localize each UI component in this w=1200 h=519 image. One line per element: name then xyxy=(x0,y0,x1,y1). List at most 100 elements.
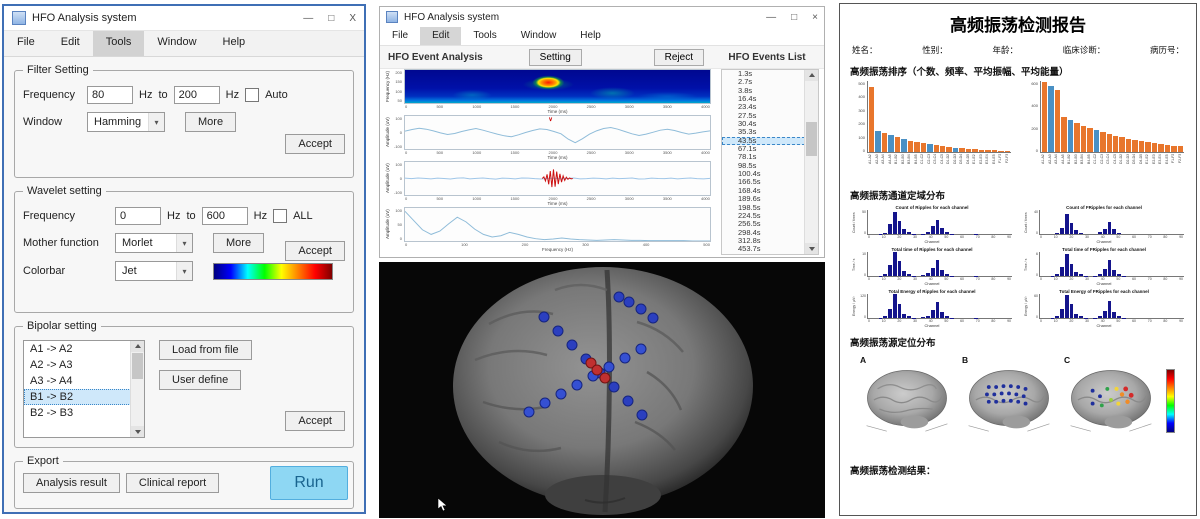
event-item[interactable]: 168.4s xyxy=(722,187,805,195)
menu-help[interactable]: Help xyxy=(568,27,613,45)
event-item[interactable]: 67.1s xyxy=(722,145,805,153)
close-button[interactable]: X xyxy=(349,13,356,24)
bipolar-channel-item[interactable]: A3 -> A4 xyxy=(24,373,131,389)
colorbar-select[interactable]: Jet ▾ xyxy=(115,261,193,281)
filter-accept-button[interactable]: Accept xyxy=(285,134,345,154)
tick-label: 10 xyxy=(1054,235,1058,239)
scroll-thumb[interactable] xyxy=(806,122,817,156)
event-item[interactable]: 256.5s xyxy=(722,220,805,228)
bar xyxy=(907,316,911,318)
clinical-report-button[interactable]: Clinical report xyxy=(126,473,219,493)
event-item[interactable]: 2.7s xyxy=(722,78,805,86)
bipolar-channel-item[interactable]: B2 -> B3 xyxy=(24,405,131,421)
power-spectrum-curve[interactable] xyxy=(404,207,711,242)
hfo-band-trace[interactable] xyxy=(404,161,711,196)
event-item[interactable]: 35.3s xyxy=(722,128,805,136)
event-item[interactable]: 166.5s xyxy=(722,178,805,186)
tick-label: 30 xyxy=(1085,235,1089,239)
event-item[interactable]: 100.4s xyxy=(722,170,805,178)
event-item[interactable]: 453.7s xyxy=(722,245,805,253)
scroll-up-icon[interactable] xyxy=(805,70,818,81)
hist-xlabel: Channel xyxy=(1024,239,1184,244)
scroll-thumb[interactable] xyxy=(132,353,143,379)
filtered-eeg-trace[interactable]: ∨ xyxy=(404,115,711,150)
event-item[interactable]: 198.5s xyxy=(722,204,805,212)
events-list[interactable]: 1.3s2.7s3.8s16.4s23.4s27.5s30.4s35.3s43.… xyxy=(722,70,805,254)
tick-label: B4-B5 xyxy=(1087,154,1093,181)
all-checkbox[interactable] xyxy=(273,209,287,223)
minimize-button[interactable]: — xyxy=(303,13,313,24)
event-item[interactable]: 98.5s xyxy=(722,162,805,170)
event-item[interactable]: 23.4s xyxy=(722,103,805,111)
close-button[interactable]: × xyxy=(812,12,818,23)
titlebar[interactable]: HFO Analysis system — □ × xyxy=(380,7,824,27)
event-item[interactable]: 16.4s xyxy=(722,95,805,103)
auto-checkbox[interactable] xyxy=(245,88,259,102)
bar xyxy=(1074,314,1078,318)
mother-function-select[interactable]: Morlet ▾ xyxy=(115,233,193,253)
bar xyxy=(940,270,944,276)
menu-window[interactable]: Window xyxy=(144,31,209,56)
scroll-down-icon[interactable] xyxy=(805,243,818,254)
titlebar[interactable]: HFO Analysis system — □ X xyxy=(4,6,364,30)
run-button[interactable]: Run xyxy=(270,466,348,500)
menu-window[interactable]: Window xyxy=(509,27,569,45)
menu-edit[interactable]: Edit xyxy=(420,27,461,45)
y-ticks: 5004003002001000 xyxy=(854,81,867,153)
brain-3d-panel[interactable] xyxy=(379,262,825,518)
menu-file[interactable]: File xyxy=(4,31,48,56)
tick-label: 10 xyxy=(882,319,886,323)
event-item[interactable]: 312.8s xyxy=(722,237,805,245)
y-ticks: 6004002000 xyxy=(1027,81,1040,153)
bar xyxy=(1042,82,1047,152)
menu-tools[interactable]: Tools xyxy=(461,27,508,45)
time-frequency-heatmap[interactable] xyxy=(404,69,711,104)
event-item[interactable]: 1.3s xyxy=(722,70,805,78)
menu-help[interactable]: Help xyxy=(210,31,259,56)
spectrogram-plot: Frequency (Hz) 20015010050 0500100015002… xyxy=(385,69,711,115)
event-item[interactable]: 3.8s xyxy=(722,87,805,95)
line-series-svg xyxy=(405,162,710,195)
filter-more-button[interactable]: More xyxy=(185,112,236,132)
bipolar-scrollbar[interactable] xyxy=(130,341,144,437)
bar xyxy=(888,265,892,276)
event-item[interactable]: 189.6s xyxy=(722,195,805,203)
menu-tools[interactable]: Tools xyxy=(93,31,145,56)
event-item[interactable]: 298.4s xyxy=(722,229,805,237)
event-item[interactable]: 224.5s xyxy=(722,212,805,220)
filter-freq-high-input[interactable]: 200 xyxy=(174,86,220,104)
tick-label: D2-D3 xyxy=(953,154,959,181)
event-item[interactable]: 30.4s xyxy=(722,120,805,128)
menu-file[interactable]: File xyxy=(380,27,420,45)
events-scrollbar[interactable] xyxy=(804,70,818,254)
filter-freq-low-input[interactable]: 80 xyxy=(87,86,133,104)
scroll-up-icon[interactable] xyxy=(131,341,144,352)
wavelet-freq-low-input[interactable]: 0 xyxy=(115,207,161,225)
bipolar-channel-listbox[interactable]: A1 -> A2A2 -> A3A3 -> A4B1 -> B2B2 -> B3 xyxy=(23,340,145,438)
scroll-down-icon[interactable] xyxy=(131,426,144,437)
window-function-select[interactable]: Hamming ▾ xyxy=(87,112,165,132)
tick-label: F2-F3 xyxy=(1178,154,1184,181)
menu-bar: File Edit Tools Window Help xyxy=(4,30,364,57)
event-item[interactable]: 78.1s xyxy=(722,153,805,161)
wavelet-more-button[interactable]: More xyxy=(213,233,264,253)
brain-mesh-a xyxy=(860,365,954,433)
bipolar-channel-item[interactable]: A1 -> A2 xyxy=(24,341,131,357)
hfo-events-panel: 1.3s2.7s3.8s16.4s23.4s27.5s30.4s35.3s43.… xyxy=(721,69,819,255)
bipolar-channel-item[interactable]: B1 -> B2 xyxy=(24,389,131,405)
setting-button[interactable]: Setting xyxy=(529,49,582,66)
load-from-file-button[interactable]: Load from file xyxy=(159,340,252,360)
event-item[interactable]: 43.5s xyxy=(722,137,805,145)
maximize-button[interactable]: □ xyxy=(328,13,334,24)
bipolar-channel-item[interactable]: A2 -> A3 xyxy=(24,357,131,373)
wavelet-accept-button[interactable]: Accept xyxy=(285,241,345,261)
menu-edit[interactable]: Edit xyxy=(48,31,93,56)
maximize-button[interactable]: □ xyxy=(791,12,797,23)
wavelet-freq-high-input[interactable]: 600 xyxy=(202,207,248,225)
bipolar-accept-button[interactable]: Accept xyxy=(285,411,345,431)
minimize-button[interactable]: — xyxy=(766,12,776,23)
reject-button[interactable]: Reject xyxy=(654,49,704,66)
user-define-button[interactable]: User define xyxy=(159,370,241,390)
event-item[interactable]: 27.5s xyxy=(722,112,805,120)
analysis-result-button[interactable]: Analysis result xyxy=(23,473,120,493)
